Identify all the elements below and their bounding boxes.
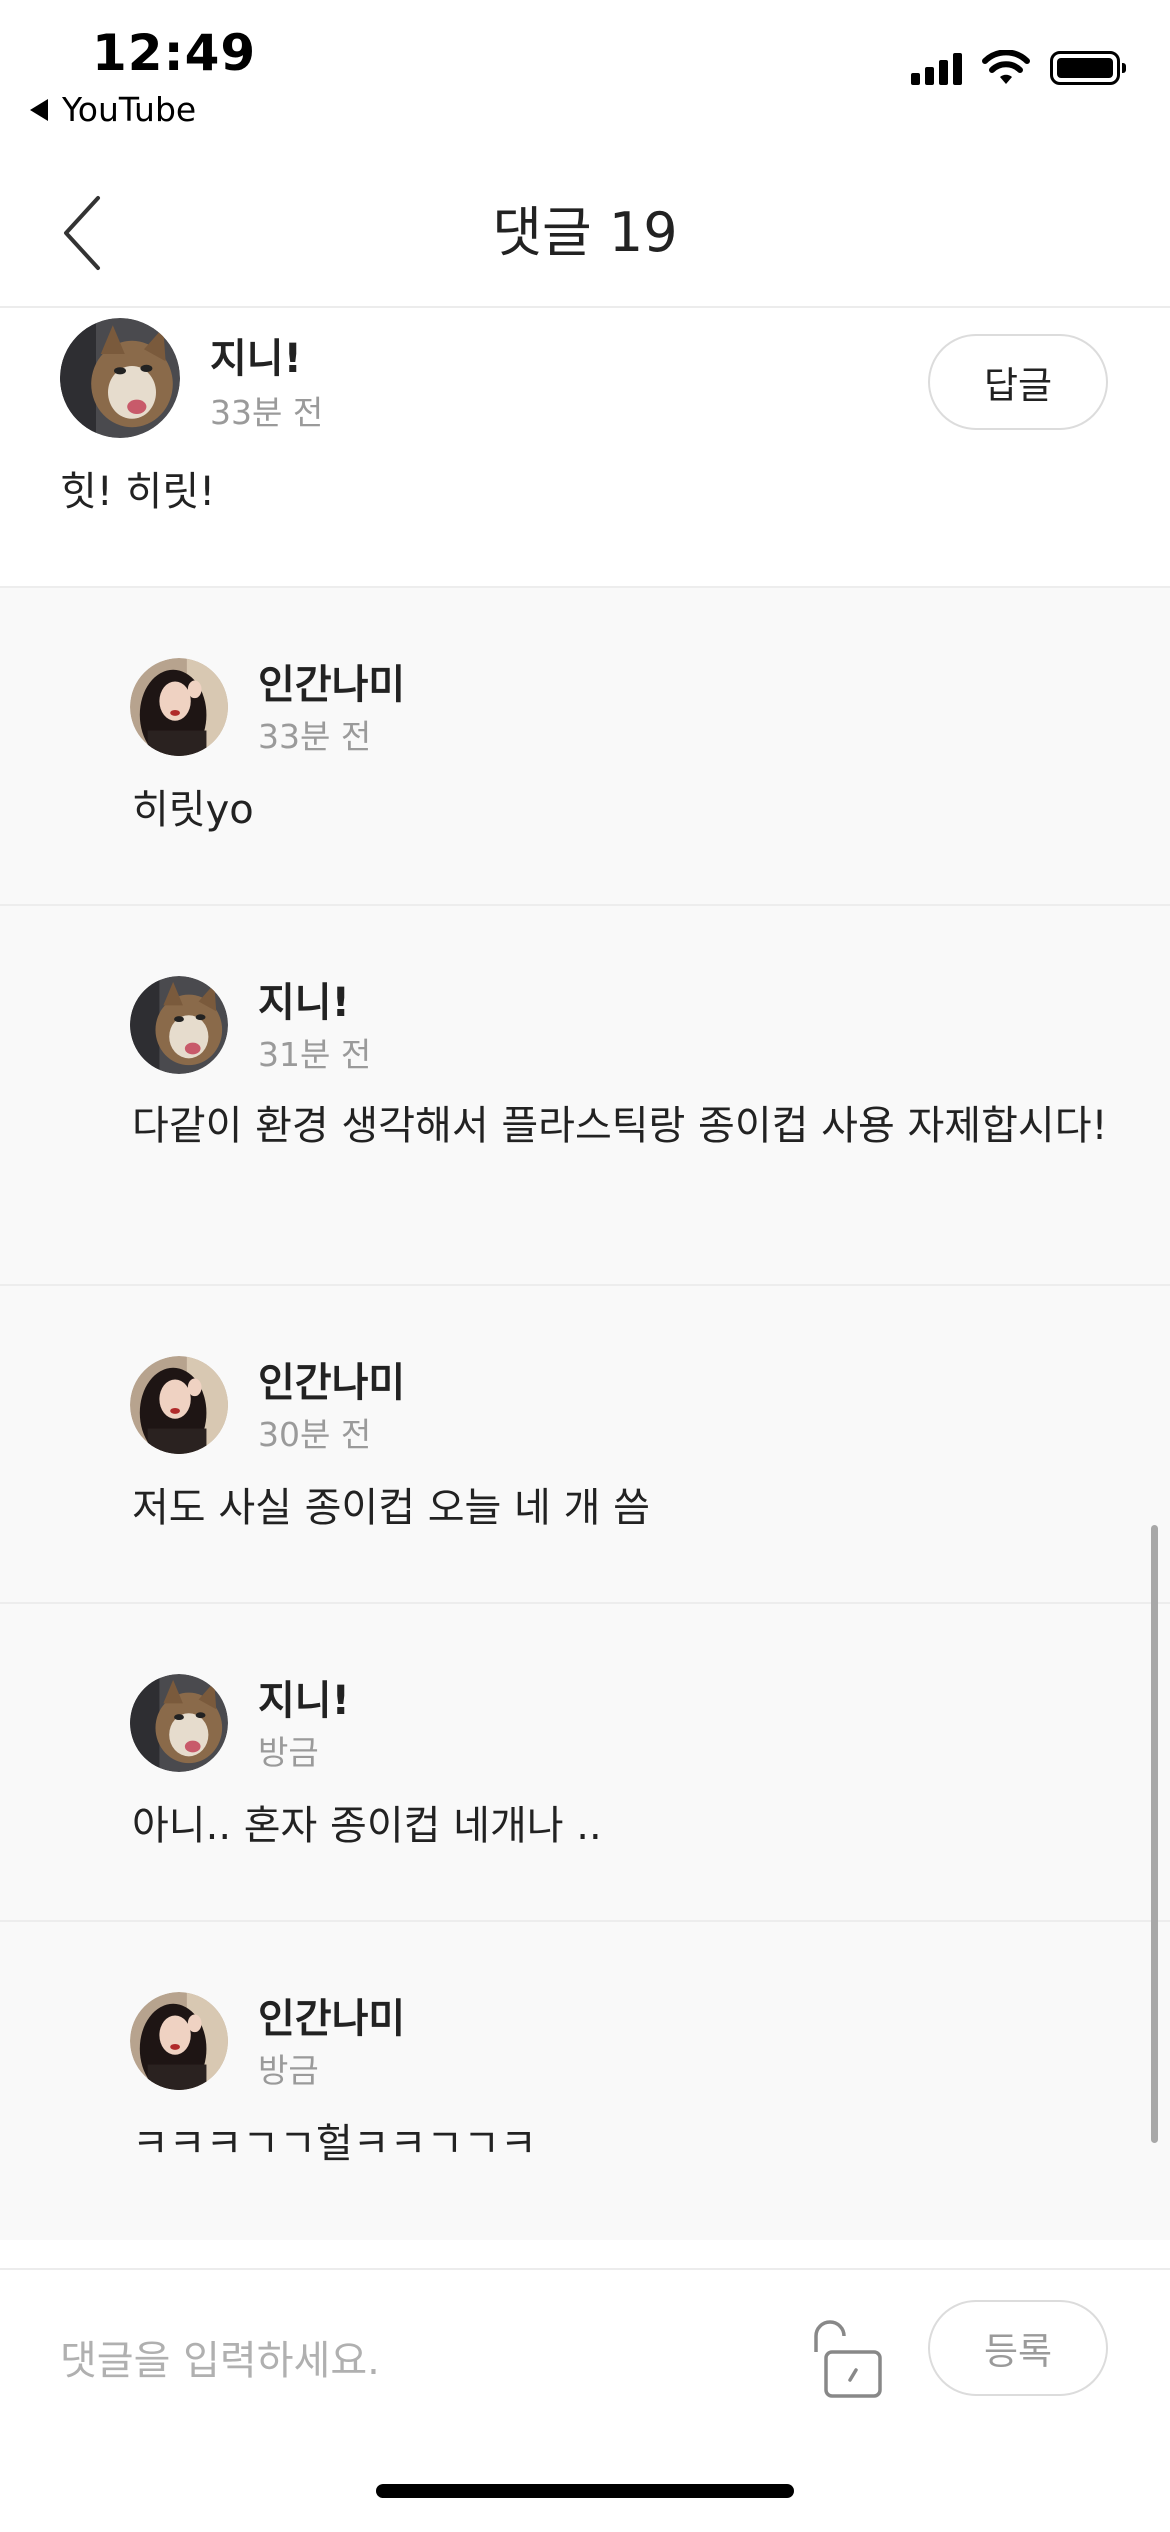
reply-time: 33분 전	[258, 717, 372, 756]
cat-avatar[interactable]	[130, 976, 228, 1074]
cellular-signal-icon	[911, 51, 962, 85]
wifi-icon	[982, 50, 1030, 84]
reply-time: 30분 전	[258, 1415, 372, 1454]
reply-button[interactable]: 답글	[928, 334, 1108, 430]
reply-author[interactable]: 인간나미	[258, 652, 405, 710]
reply-text: 히릿yo	[132, 787, 254, 833]
reply-text: 저도 사실 종이컵 오늘 네 개 씀	[132, 1485, 650, 1531]
comment-input[interactable]	[60, 2326, 760, 2396]
status-bar: 12:49 YouTube	[0, 0, 1170, 150]
comment-author[interactable]: 지니!	[210, 326, 302, 384]
comment-text: 힛! 히릿!	[60, 469, 216, 515]
page-header: 댓글 19	[0, 160, 1170, 308]
back-to-app-link[interactable]: YouTube	[30, 90, 196, 129]
reply-item: 지니! 방금 아니.. 혼자 종이컵 네개나 ..	[0, 1604, 1170, 1922]
cat-avatar[interactable]	[130, 1674, 228, 1772]
status-icons	[911, 50, 1126, 86]
cat-avatar[interactable]	[60, 318, 180, 438]
comment-time: 33분 전	[210, 393, 324, 432]
comment-list[interactable]: 지니! 33분 전 답글 힛! 히릿! 인간나미 33분 전 히릿yo 지니! …	[0, 310, 1170, 2240]
reply-item: 인간나미 방금 ㅋㅋㅋㄱㄱ헐ㅋㅋㄱㄱㅋ	[0, 1922, 1170, 2240]
back-app-label: YouTube	[62, 90, 197, 129]
battery-icon	[1050, 51, 1126, 85]
person-avatar[interactable]	[130, 1356, 228, 1454]
reply-author[interactable]: 지니!	[258, 970, 350, 1028]
reply-author[interactable]: 지니!	[258, 1668, 350, 1726]
page-title: 댓글 19	[492, 201, 678, 264]
reply-text: ㅋㅋㅋㄱㄱ헐ㅋㅋㄱㄱㅋ	[132, 2121, 537, 2167]
back-triangle-icon	[30, 98, 48, 121]
reply-item: 인간나미 30분 전 저도 사실 종이컵 오늘 네 개 씀	[0, 1286, 1170, 1604]
reply-text: 아니.. 혼자 종이컵 네개나 ..	[132, 1803, 602, 1849]
reply-time: 방금	[258, 2051, 319, 2090]
submit-button[interactable]: 등록	[928, 2300, 1108, 2396]
status-time: 12:49	[92, 24, 257, 82]
reply-item: 지니! 31분 전 다같이 환경 생각해서 플라스틱랑 종이컵 사용 자제합시다…	[0, 906, 1170, 1286]
reply-item: 인간나미 33분 전 히릿yo	[0, 588, 1170, 906]
comment-item: 지니! 33분 전 답글 힛! 히릿!	[0, 310, 1170, 588]
person-avatar[interactable]	[130, 658, 228, 756]
scrollbar-thumb[interactable]	[1151, 1525, 1158, 2143]
home-indicator[interactable]	[376, 2484, 794, 2498]
reply-text: 다같이 환경 생각해서 플라스틱랑 종이컵 사용 자제합시다!	[132, 1103, 1108, 1149]
reply-time: 31분 전	[258, 1035, 372, 1074]
reply-author[interactable]: 인간나미	[258, 1986, 405, 2044]
reply-author[interactable]: 인간나미	[258, 1350, 405, 1408]
unlock-icon[interactable]	[808, 2318, 884, 2400]
comments-screen: 12:49 YouTube 댓글 19 지니! 33분 전 답글 힛! 히릿! …	[0, 0, 1170, 2532]
reply-time: 방금	[258, 1733, 319, 1772]
person-avatar[interactable]	[130, 1992, 228, 2090]
